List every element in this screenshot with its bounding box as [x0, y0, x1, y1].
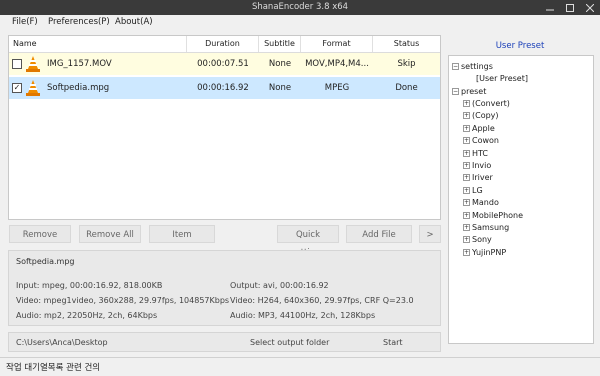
file-duration: 00:00:07.51 — [197, 59, 249, 69]
tree-label: Sony — [472, 235, 492, 245]
tree-label: Samsung — [472, 223, 510, 232]
tree-node-preset-item[interactable]: + (Copy) — [463, 111, 499, 120]
tree-node-preset-item[interactable]: + Iriver — [463, 173, 493, 182]
tree-label: (Convert) — [472, 99, 510, 108]
collapse-icon[interactable]: − — [452, 88, 459, 95]
add-file-button[interactable]: Add File — [346, 225, 412, 243]
expand-icon[interactable]: + — [463, 248, 470, 256]
expand-icon[interactable]: + — [463, 124, 470, 132]
quick-settings-button[interactable]: Quick settings — [277, 225, 339, 258]
maximize-icon[interactable] — [566, 3, 574, 12]
menu-about[interactable]: About(A) — [115, 17, 153, 27]
remove-all-button[interactable]: Remove All — [79, 225, 141, 243]
row-checkbox[interactable]: ✓ — [12, 83, 22, 93]
title-bar: ShanaEncoder 3.8 x64 — [0, 0, 600, 15]
tree-node-preset-item[interactable]: + Sony — [463, 235, 492, 244]
table-row[interactable]: ✓ Softpedia.mpg 00:00:16.92 None MPEG Do… — [9, 77, 440, 99]
expand-icon[interactable]: + — [463, 236, 470, 244]
expand-icon[interactable]: + — [463, 199, 470, 207]
tree-label: LG — [472, 185, 483, 195]
remove-button[interactable]: Remove — [9, 225, 71, 243]
tree-node-preset-item[interactable]: + Invio — [463, 161, 491, 170]
tree-label: Mando — [472, 198, 499, 208]
file-status: Skip — [397, 59, 416, 69]
tree-node-preset-item[interactable]: + (Convert) — [463, 99, 510, 108]
collapse-icon[interactable]: − — [452, 63, 459, 70]
column-duration[interactable]: Duration — [187, 36, 259, 52]
expand-icon[interactable]: + — [463, 224, 470, 231]
expand-icon[interactable]: + — [463, 162, 470, 169]
status-text: 작업 대기열목록 관련 건의 — [6, 363, 101, 373]
info-input-video: Video: mpeg1video, 360x288, 29.97fps, 10… — [16, 296, 230, 305]
tree-label: Apple — [472, 123, 495, 133]
vlc-cone-icon — [25, 80, 41, 100]
tree-node-user-preset[interactable]: [User Preset] — [476, 74, 528, 83]
output-path: C:\Users\Anca\Desktop — [16, 338, 108, 347]
preset-panel-title: User Preset — [495, 41, 545, 51]
select-output-folder-button[interactable]: Select output folder — [250, 338, 329, 347]
column-format[interactable]: Format — [301, 36, 373, 52]
tree-label: YujinPNP — [472, 247, 507, 257]
tree-label: preset — [461, 87, 487, 96]
info-output: Output: avi, 00:00:16.92 — [230, 281, 329, 290]
tree-node-preset-item[interactable]: + LG — [463, 186, 483, 195]
table-row[interactable]: IMG_1157.MOV 00:00:07.51 None MOV,MP4,M4… — [9, 53, 440, 75]
tree-node-preset-item[interactable]: + Samsung — [463, 223, 509, 232]
column-name[interactable]: Name — [9, 36, 187, 52]
menu-file[interactable]: File(F) — [12, 17, 38, 27]
tree-node-settings[interactable]: − settings — [452, 62, 493, 71]
info-input-audio: Audio: mp2, 22050Hz, 2ch, 64Kbps — [16, 311, 158, 320]
expand-icon[interactable]: + — [463, 149, 470, 157]
tree-label: MobilePhone — [472, 210, 524, 220]
info-output-video: Video: H264, 640x360, 29.97fps, CRF Q=23… — [230, 296, 414, 305]
expand-icon[interactable]: + — [463, 174, 470, 182]
item-button[interactable]: Item — [149, 225, 215, 243]
vlc-cone-icon — [25, 56, 41, 76]
file-subtitle: None — [268, 59, 292, 69]
expand-icon[interactable]: + — [463, 137, 470, 145]
file-subtitle: None — [268, 83, 292, 93]
menu-preferences[interactable]: Preferences(P) — [48, 17, 110, 27]
file-status: Done — [395, 83, 418, 93]
close-icon[interactable] — [585, 3, 595, 13]
file-name: Softpedia.mpg — [47, 83, 110, 93]
expand-icon[interactable]: + — [463, 211, 470, 219]
tree-node-preset-item[interactable]: + Apple — [463, 124, 495, 133]
tree-label: HTC — [472, 148, 489, 158]
file-format: MPEG — [324, 83, 350, 93]
status-bar: 작업 대기열목록 관련 건의 — [0, 357, 600, 376]
tree-label: Cowon — [472, 136, 499, 146]
tree-node-preset-item[interactable]: + YujinPNP — [463, 248, 506, 257]
tree-label: Invio — [472, 161, 492, 170]
tree-node-preset-item[interactable]: + Mando — [463, 198, 499, 207]
window-title: ShanaEncoder 3.8 x64 — [251, 2, 349, 12]
info-output-audio: Audio: MP3, 44100Hz, 2ch, 128Kbps — [230, 311, 376, 320]
more-button[interactable]: > — [419, 225, 441, 243]
output-bar: C:\Users\Anca\Desktop Select output fold… — [8, 332, 441, 352]
menu-bar: File(F) Preferences(P) About(A) — [0, 15, 600, 31]
info-filename: Softpedia.mpg — [16, 257, 75, 266]
tree-label: (Copy) — [472, 111, 499, 121]
tree-node-preset[interactable]: − preset — [452, 87, 486, 96]
file-format: MOV,MP4,M4... — [305, 59, 369, 69]
info-input: Input: mpeg, 00:00:16.92, 818.00KB — [16, 281, 163, 290]
expand-icon[interactable]: + — [463, 100, 470, 107]
expand-icon[interactable]: + — [463, 186, 470, 194]
tree-node-preset-item[interactable]: + HTC — [463, 149, 488, 158]
tree-node-preset-item[interactable]: + Cowon — [463, 136, 499, 145]
column-status[interactable]: Status — [373, 36, 440, 52]
preset-tree[interactable]: − settings [User Preset] − preset + (Conver… — [448, 55, 594, 344]
file-list[interactable]: Name Duration Subtitle Format Status IMG… — [8, 35, 441, 220]
tree-label: settings — [461, 62, 493, 71]
tree-label: Iriver — [472, 173, 493, 183]
expand-icon[interactable]: + — [463, 112, 470, 120]
file-duration: 00:00:16.92 — [197, 83, 249, 93]
row-checkbox[interactable] — [12, 59, 22, 69]
column-subtitle[interactable]: Subtitle — [259, 36, 301, 52]
minimize-icon[interactable] — [546, 3, 554, 11]
file-name: IMG_1157.MOV — [47, 59, 112, 69]
tree-node-preset-item[interactable]: + MobilePhone — [463, 211, 523, 220]
start-button[interactable]: Start — [383, 338, 403, 347]
file-info-panel: Softpedia.mpg Input: mpeg, 00:00:16.92, … — [8, 250, 441, 326]
